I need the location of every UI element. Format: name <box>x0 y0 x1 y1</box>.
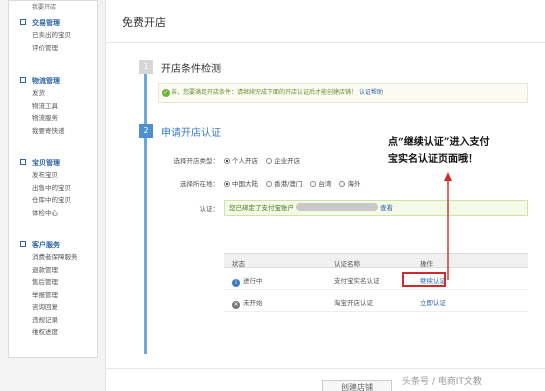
annotation-callout: 点“继续认证”进入支付 宝实名认证页面哦！ <box>388 134 538 168</box>
cert-name-cell: 淘宝开店认证 <box>334 299 373 307</box>
divider <box>106 368 545 369</box>
step-1-title: 开店条件检测 <box>161 64 221 75</box>
watermark: 头条号 / 电商IT文教 <box>402 377 482 387</box>
sidebar-item-report[interactable]: 举报管理 <box>9 289 97 302</box>
step-2-badge: 2 <box>139 124 153 138</box>
cert-label: 认证： <box>199 205 220 213</box>
sidebar-item-publish[interactable]: 发布宝贝 <box>9 169 97 182</box>
status-cell: ✕ 未开始 <box>232 297 263 309</box>
sidebar-item-violations[interactable]: 违规记录 <box>9 314 97 327</box>
sidebar-item-consult[interactable]: 咨询回复 <box>9 301 97 314</box>
redacted-account <box>296 203 378 211</box>
sidebar-group-label: 宝贝管理 <box>32 159 60 167</box>
start-cert-link[interactable]: 立即认证 <box>420 297 446 307</box>
pending-icon: ✕ <box>232 301 240 309</box>
radio-label: 香港/澳门 <box>274 180 303 188</box>
divider <box>106 42 545 43</box>
table-row: i 进行中 支付宝实名认证 继续认证 <box>224 268 528 290</box>
sidebar-item-warehouse[interactable]: 仓库中的宝贝 <box>9 194 97 207</box>
sidebar-group-items: 宝贝管理 发布宝贝 出售中的宝贝 仓库中的宝贝 体检中心 <box>9 157 97 219</box>
sidebar-item-ship[interactable]: 发货 <box>9 87 97 100</box>
square-icon <box>20 19 26 25</box>
column-header-name: 认证名称 <box>334 260 360 268</box>
radio-icon <box>310 181 317 187</box>
page-title: 免费开店 <box>122 16 166 29</box>
sidebar-group-title-logistics[interactable]: 物流管理 <box>9 75 97 87</box>
sidebar-group-service: 客户服务 消费者保障服务 退款管理 售后管理 举报管理 咨询回复 违规记录 维权… <box>9 239 97 339</box>
radio-personal[interactable]: 个人开店 <box>224 157 258 165</box>
sidebar-item-logistics-service[interactable]: 物流服务 <box>9 112 97 125</box>
sidebar-group-trade: 交易管理 已卖出的宝贝 评价管理 <box>9 17 97 54</box>
create-shop-button[interactable]: 创建店铺 <box>322 380 392 391</box>
arrow-icon <box>444 172 452 280</box>
radio-overseas[interactable]: 海外 <box>339 180 360 188</box>
notice-text: 亲，您要满足开店条件：请继续完成下面的开店认证后才能创建店铺！ <box>171 89 358 96</box>
cert-text: 您已绑定了支付宝账户 <box>229 204 294 212</box>
sidebar-item-checkup[interactable]: 体检中心 <box>9 207 97 220</box>
status-cell: i 进行中 <box>232 275 263 287</box>
sidebar-item-on-sale[interactable]: 出售中的宝贝 <box>9 182 97 195</box>
sidebar-item-reviews[interactable]: 评价管理 <box>9 42 97 55</box>
square-icon <box>20 241 26 247</box>
sidebar-item-logistics-tools[interactable]: 物流工具 <box>9 100 97 113</box>
column-header-action: 操作 <box>420 260 433 268</box>
radio-selected-icon <box>224 158 230 164</box>
sidebar-group-title-service[interactable]: 客户服务 <box>9 239 97 251</box>
cert-status-box: 您已绑定了支付宝账户 查看 <box>224 200 528 216</box>
sidebar-group-title-trade[interactable]: 交易管理 <box>9 17 97 29</box>
cert-name-cell: 支付宝实名认证 <box>334 277 380 285</box>
table-header: 状态 认证名称 操作 <box>224 253 528 268</box>
sidebar-item-after-sale[interactable]: 售后管理 <box>9 276 97 289</box>
step-rail <box>144 72 147 354</box>
sidebar-group-title-items[interactable]: 宝贝管理 <box>9 157 97 169</box>
sidebar: 我要开店 交易管理 已卖出的宝贝 评价管理 物流管理 发货 物流工具 物流服务 … <box>8 0 98 358</box>
sidebar-item-refund[interactable]: 退款管理 <box>9 264 97 277</box>
cert-help-link[interactable]: 认证帮助 <box>359 89 383 96</box>
radio-taiwan[interactable]: 台湾 <box>310 180 331 188</box>
step-2-title: 申请开店认证 <box>161 128 221 139</box>
check-circle-icon: ✓ <box>162 89 170 97</box>
radio-label: 台湾 <box>318 180 332 188</box>
radio-selected-icon <box>224 181 230 187</box>
annotation-line-1: 点“继续认证”进入支付 <box>388 137 490 148</box>
shop-type-radio-group: 个人开店 企业开店 <box>224 155 306 165</box>
main-panel: 免费开店 1 开店条件检测 ✓ 亲，您要满足开店条件：请继续完成下面的开店认证后… <box>105 0 545 391</box>
cert-view-link[interactable]: 查看 <box>380 204 393 212</box>
radio-hk-macau[interactable]: 香港/澳门 <box>266 180 302 188</box>
sidebar-top-item[interactable]: 我要开店 <box>32 2 56 11</box>
square-icon <box>20 77 26 83</box>
radio-label: 中国大陆 <box>232 180 258 188</box>
step-1-badge: 1 <box>139 60 153 74</box>
shop-type-label: 选择开店类型： <box>173 157 220 165</box>
square-icon <box>20 159 26 165</box>
status-text: 进行中 <box>243 277 263 285</box>
sidebar-group-label: 客户服务 <box>32 241 60 249</box>
sidebar-group-label: 物流管理 <box>32 77 60 85</box>
cert-table: 状态 认证名称 操作 i 进行中 支付宝实名认证 继续认证 ✕ 未开始 淘宝开店认证… <box>224 253 528 312</box>
info-icon: i <box>232 279 240 287</box>
condition-notice: ✓ 亲，您要满足开店条件：请继续完成下面的开店认证后才能创建店铺！ 认证帮助 <box>158 83 528 103</box>
radio-enterprise[interactable]: 企业开店 <box>266 157 300 165</box>
sidebar-group-label: 交易管理 <box>32 19 60 27</box>
sidebar-item-express[interactable]: 我要寄快递 <box>9 125 97 138</box>
region-radio-group: 中国大陆 香港/澳门 台湾 海外 <box>224 178 366 188</box>
table-row: ✕ 未开始 淘宝开店认证 立即认证 <box>224 290 528 312</box>
radio-icon <box>339 181 346 187</box>
sidebar-item-sold[interactable]: 已卖出的宝贝 <box>9 29 97 42</box>
annotation-line-2: 宝实名认证页面哦！ <box>388 154 478 165</box>
radio-icon <box>266 158 273 164</box>
radio-label: 海外 <box>347 180 361 188</box>
sidebar-item-guarantee[interactable]: 消费者保障服务 <box>9 251 97 264</box>
radio-mainland[interactable]: 中国大陆 <box>224 180 258 188</box>
column-header-status: 状态 <box>232 260 245 268</box>
region-label: 选择所在地： <box>180 180 219 188</box>
radio-label: 个人开店 <box>232 157 258 165</box>
radio-icon <box>266 181 273 187</box>
radio-label: 企业开店 <box>274 157 301 165</box>
status-text: 未开始 <box>243 299 263 307</box>
sidebar-item-rights[interactable]: 维权进度 <box>9 326 97 339</box>
sidebar-group-logistics: 物流管理 发货 物流工具 物流服务 我要寄快递 <box>9 75 97 137</box>
